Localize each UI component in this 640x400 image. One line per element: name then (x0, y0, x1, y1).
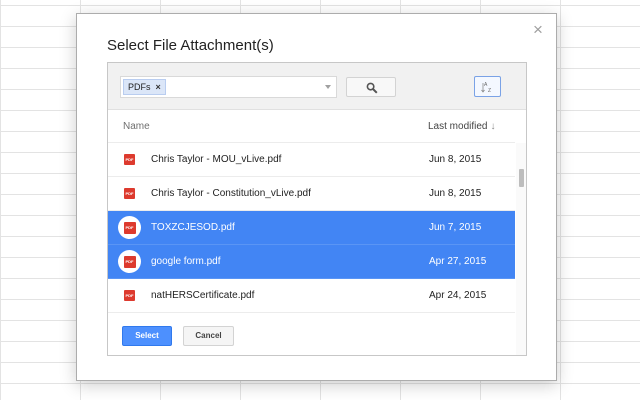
pdf-file-icon: PDF (124, 154, 135, 165)
file-picker: PDFs × A Z Name Last modified ↓ PDF Chri… (107, 62, 527, 356)
column-name-header[interactable]: Name (123, 121, 150, 132)
file-date: Jun 7, 2015 (429, 222, 482, 233)
file-row-selected[interactable]: PDF TOXZCJESOD.pdf Jun 7, 2015 (108, 211, 515, 245)
dialog-title: Select File Attachment(s) (107, 37, 274, 54)
file-name: Chris Taylor - MOU_vLive.pdf (151, 154, 282, 165)
file-row-selected[interactable]: PDF google form.pdf Apr 27, 2015 (108, 245, 515, 279)
pdf-file-icon: PDF (124, 188, 135, 199)
selected-pdf-icon: PDF (118, 216, 141, 239)
file-date: Jun 8, 2015 (429, 188, 482, 199)
select-button[interactable]: Select (122, 326, 172, 346)
file-row[interactable]: PDF Chris Taylor - MOU_vLive.pdf Jun 8, … (108, 143, 515, 177)
sort-arrow-icon: ↓ (490, 121, 496, 132)
column-header: Name Last modified ↓ (108, 110, 515, 143)
file-name: TOXZCJESOD.pdf (151, 222, 235, 233)
filter-chip-pdfs: PDFs × (123, 79, 166, 95)
file-date: Apr 27, 2015 (429, 256, 487, 267)
file-name: Chris Taylor - Constitution_vLive.pdf (151, 188, 311, 199)
column-modified-header[interactable]: Last modified ↓ (428, 121, 495, 132)
file-date: Jun 8, 2015 (429, 154, 482, 165)
file-name: natHERSCertificate.pdf (151, 290, 255, 301)
cancel-button[interactable]: Cancel (183, 326, 234, 346)
file-name: google form.pdf (151, 256, 221, 267)
column-modified-label: Last modified (428, 121, 488, 132)
search-icon (366, 82, 378, 94)
file-row[interactable]: PDF natHERSCertificate.pdf Apr 24, 2015 (108, 279, 515, 313)
sort-az-icon: A Z (481, 82, 491, 94)
chip-remove-icon[interactable]: × (156, 82, 161, 92)
file-list: PDF Chris Taylor - MOU_vLive.pdf Jun 8, … (108, 143, 515, 355)
close-icon[interactable]: × (530, 21, 546, 38)
selected-pdf-icon: PDF (118, 250, 141, 273)
chevron-down-icon[interactable] (325, 85, 331, 89)
file-date: Apr 24, 2015 (429, 290, 487, 301)
file-row[interactable]: PDF Chris Taylor - Constitution_vLive.pd… (108, 177, 515, 211)
search-button[interactable] (346, 77, 396, 97)
svg-text:Z: Z (488, 88, 491, 94)
pdf-file-icon: PDF (124, 290, 135, 301)
search-input[interactable]: PDFs × (120, 76, 337, 98)
sort-button[interactable]: A Z (474, 76, 501, 97)
scrollbar-thumb[interactable] (519, 169, 524, 187)
file-attachment-dialog: Select File Attachment(s) × PDFs × A Z N… (76, 13, 557, 381)
filter-chip-label: PDFs (128, 82, 151, 92)
scrollbar[interactable] (516, 143, 526, 355)
picker-toolbar: PDFs × A Z (108, 63, 526, 110)
